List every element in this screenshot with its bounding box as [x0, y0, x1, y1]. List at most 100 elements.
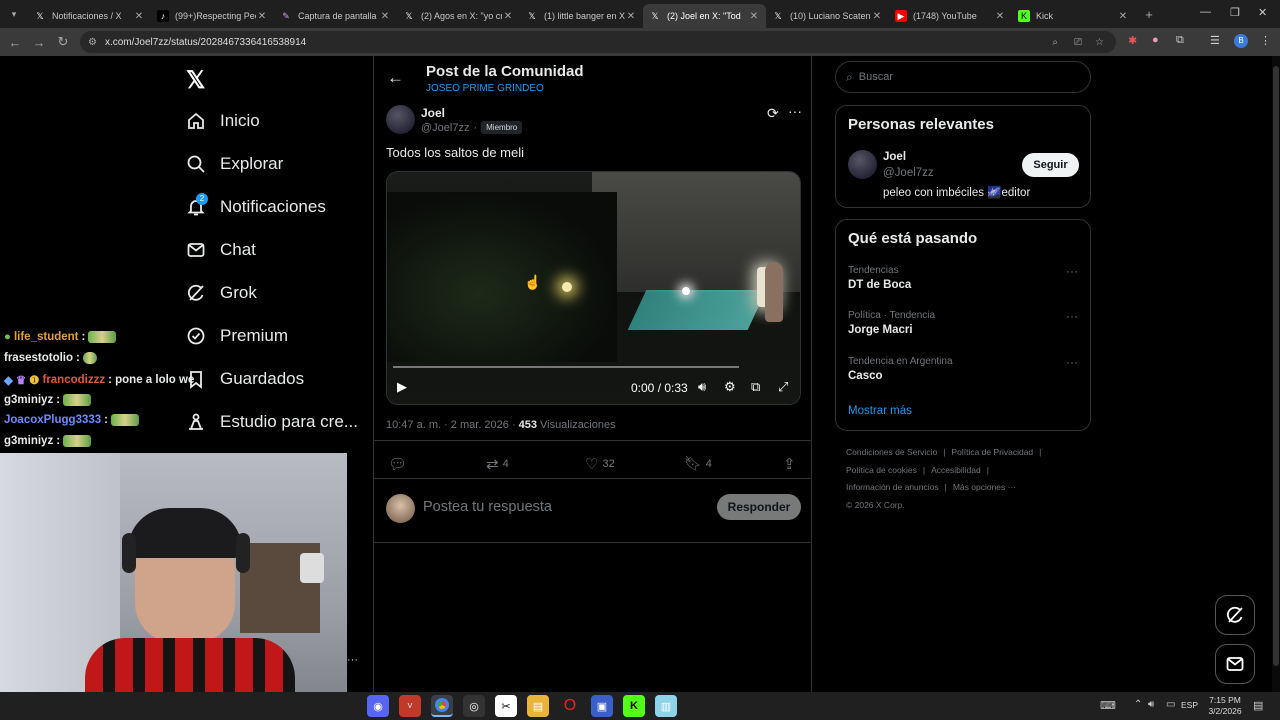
- video-progress-bar[interactable]: [393, 366, 739, 368]
- tab-search-button[interactable]: ▾: [0, 2, 28, 26]
- tab[interactable]: 𝕏 (1) little banger en X ✕: [520, 4, 643, 28]
- tab-close-icon[interactable]: ✕: [379, 11, 391, 22]
- x-logo-icon[interactable]: 𝕏: [186, 66, 208, 94]
- nav-item-bookmarks[interactable]: Guardados: [186, 369, 304, 389]
- extension-icon[interactable]: ✱: [1128, 34, 1137, 47]
- page-scrollbar[interactable]: [1272, 56, 1280, 692]
- show-more-link[interactable]: Mostrar más: [848, 405, 912, 417]
- file-explorer-icon[interactable]: ▤: [527, 695, 549, 717]
- repost-button[interactable]: ⇄ 4: [486, 455, 509, 473]
- tab-close-icon[interactable]: ✕: [502, 11, 514, 22]
- picture-in-picture-icon[interactable]: ⧉: [751, 379, 760, 395]
- tab-close-icon[interactable]: ✕: [133, 11, 145, 22]
- discord-icon[interactable]: ◉: [367, 695, 389, 717]
- capcut-icon[interactable]: ✂: [495, 695, 517, 717]
- back-arrow-icon[interactable]: ←: [387, 68, 404, 88]
- avatar[interactable]: [848, 150, 877, 179]
- footer-link-privacy[interactable]: Política de Privacidad: [951, 447, 1033, 457]
- reading-list-icon[interactable]: ☰: [1210, 34, 1220, 47]
- obs-icon[interactable]: ◎: [463, 695, 485, 717]
- footer-link-cookies[interactable]: Política de cookies: [846, 465, 917, 475]
- voicemeeter-icon[interactable]: V: [399, 695, 421, 717]
- site-info-icon[interactable]: ⚙: [88, 37, 97, 48]
- reply-icon[interactable]: 💬︎: [388, 455, 407, 473]
- post-timestamp[interactable]: 10:47 a. m. · 2 mar. 2026 ·: [386, 419, 516, 431]
- volume-tray-icon[interactable]: 🔊︎: [1148, 699, 1154, 710]
- kick-icon[interactable]: K: [623, 695, 645, 717]
- address-bar[interactable]: ⚙ x.com/Joel7zz/status/20284673364165389…: [80, 31, 1116, 53]
- tab-close-icon[interactable]: ✕: [1117, 11, 1129, 22]
- fullscreen-icon[interactable]: ⤢: [778, 379, 788, 395]
- relevant-handle[interactable]: @Joel7zz: [883, 167, 934, 179]
- volume-icon[interactable]: 🔊︎: [698, 379, 706, 395]
- nav-item-explore[interactable]: Explorar: [186, 154, 283, 174]
- tab-close-icon[interactable]: ✕: [871, 11, 883, 22]
- overlay-more-icon[interactable]: ···: [347, 654, 358, 666]
- nav-item-home[interactable]: Inicio: [186, 111, 260, 131]
- zoom-icon[interactable]: ⌕: [1052, 37, 1058, 48]
- user-avatar[interactable]: [386, 494, 415, 523]
- back-button[interactable]: ←: [3, 30, 27, 54]
- forward-button[interactable]: →: [27, 30, 51, 54]
- relevant-name[interactable]: Joel: [883, 151, 906, 163]
- chrome-icon[interactable]: [431, 695, 453, 717]
- grok-explain-icon[interactable]: ⟳: [767, 105, 779, 122]
- trend-more-icon[interactable]: ···: [1066, 309, 1078, 323]
- trend-item[interactable]: Tendencia en Argentina Casco ···: [836, 351, 1090, 395]
- bookmark-star-icon[interactable]: ☆: [1095, 37, 1104, 48]
- window-close-button[interactable]: ✕: [1258, 6, 1267, 19]
- trend-item[interactable]: Política · Tendencia Jorge Macri ···: [836, 305, 1090, 349]
- tab[interactable]: ✎ Captura de pantalla p ✕: [274, 4, 397, 28]
- app-icon[interactable]: ▣: [591, 695, 613, 717]
- search-box[interactable]: ⌕ Buscar: [835, 61, 1091, 93]
- maximize-button[interactable]: ❐: [1230, 6, 1240, 19]
- trend-item[interactable]: Tendencias DT de Boca ···: [836, 260, 1090, 304]
- keyboard-icon[interactable]: ⌨: [1100, 699, 1116, 712]
- tab[interactable]: K Kick ✕: [1012, 4, 1135, 28]
- author-handle[interactable]: @Joel7zz: [421, 122, 469, 134]
- video-player[interactable]: ▶ 0:00 / 0:33 🔊︎ ⚙ ⧉ ⤢: [386, 171, 801, 405]
- nav-item-creator-studio[interactable]: Estudio para cre...: [186, 412, 358, 432]
- author-name[interactable]: Joel: [421, 106, 445, 120]
- tab-active[interactable]: 𝕏 (2) Joel en X: "Tod ✕: [643, 4, 766, 28]
- footer-link-terms[interactable]: Condiciones de Servicio: [846, 447, 937, 457]
- language-indicator[interactable]: ESP: [1181, 700, 1198, 710]
- community-name[interactable]: JOSEO PRIME GRINDEO: [426, 83, 544, 94]
- footer-link-accessibility[interactable]: Accesibilidad: [931, 465, 981, 475]
- like-button[interactable]: ♡ 32: [585, 455, 615, 473]
- tab-close-icon[interactable]: ✕: [748, 11, 760, 22]
- network-icon[interactable]: ▭: [1166, 699, 1175, 710]
- scrollbar-thumb[interactable]: [1273, 66, 1279, 666]
- reply-button[interactable]: Responder: [717, 494, 801, 520]
- search-input[interactable]: Buscar: [859, 71, 893, 83]
- reload-button[interactable]: ↻: [51, 30, 75, 54]
- avatar[interactable]: [386, 105, 415, 134]
- play-icon[interactable]: ▶: [397, 379, 407, 395]
- tab-close-icon[interactable]: ✕: [256, 11, 268, 22]
- clock[interactable]: 7:15 PM 3/2/2026: [1203, 695, 1247, 717]
- nav-item-chat[interactable]: Chat: [186, 240, 256, 260]
- follow-button[interactable]: Seguir: [1022, 153, 1079, 177]
- tab[interactable]: ♪ (99+)Respecting Peel ✕: [151, 4, 274, 28]
- browser-menu-icon[interactable]: ⋮: [1260, 34, 1271, 47]
- opera-icon[interactable]: O: [559, 695, 581, 717]
- more-options-icon[interactable]: ···: [788, 103, 802, 119]
- grok-float-button[interactable]: [1215, 595, 1255, 635]
- settings-gear-icon[interactable]: ⚙: [724, 379, 736, 395]
- footer-link-ads-info[interactable]: Información de anuncios: [846, 482, 939, 492]
- tab[interactable]: ▶ (1748) YouTube ✕: [889, 4, 1012, 28]
- share-icon[interactable]: ⇪: [783, 455, 796, 473]
- notifications-tray-icon[interactable]: ▤: [1253, 699, 1263, 712]
- tray-chevron-icon[interactable]: ⌃: [1134, 699, 1142, 710]
- minimize-button[interactable]: —: [1200, 6, 1211, 18]
- notepad-icon[interactable]: ▥: [655, 695, 677, 717]
- tab-close-icon[interactable]: ✕: [625, 11, 637, 22]
- tab[interactable]: 𝕏 (10) Luciano Scatena ✕: [766, 4, 889, 28]
- tab-close-icon[interactable]: ✕: [994, 11, 1006, 22]
- nav-item-grok[interactable]: Grok: [186, 283, 257, 303]
- bookmark-button[interactable]: 🔖︎ 4: [684, 455, 712, 472]
- extensions-puzzle-icon[interactable]: ⧉: [1176, 34, 1184, 47]
- messages-float-button[interactable]: [1215, 644, 1255, 684]
- nav-item-premium[interactable]: Premium: [186, 326, 288, 346]
- trend-more-icon[interactable]: ···: [1066, 355, 1078, 369]
